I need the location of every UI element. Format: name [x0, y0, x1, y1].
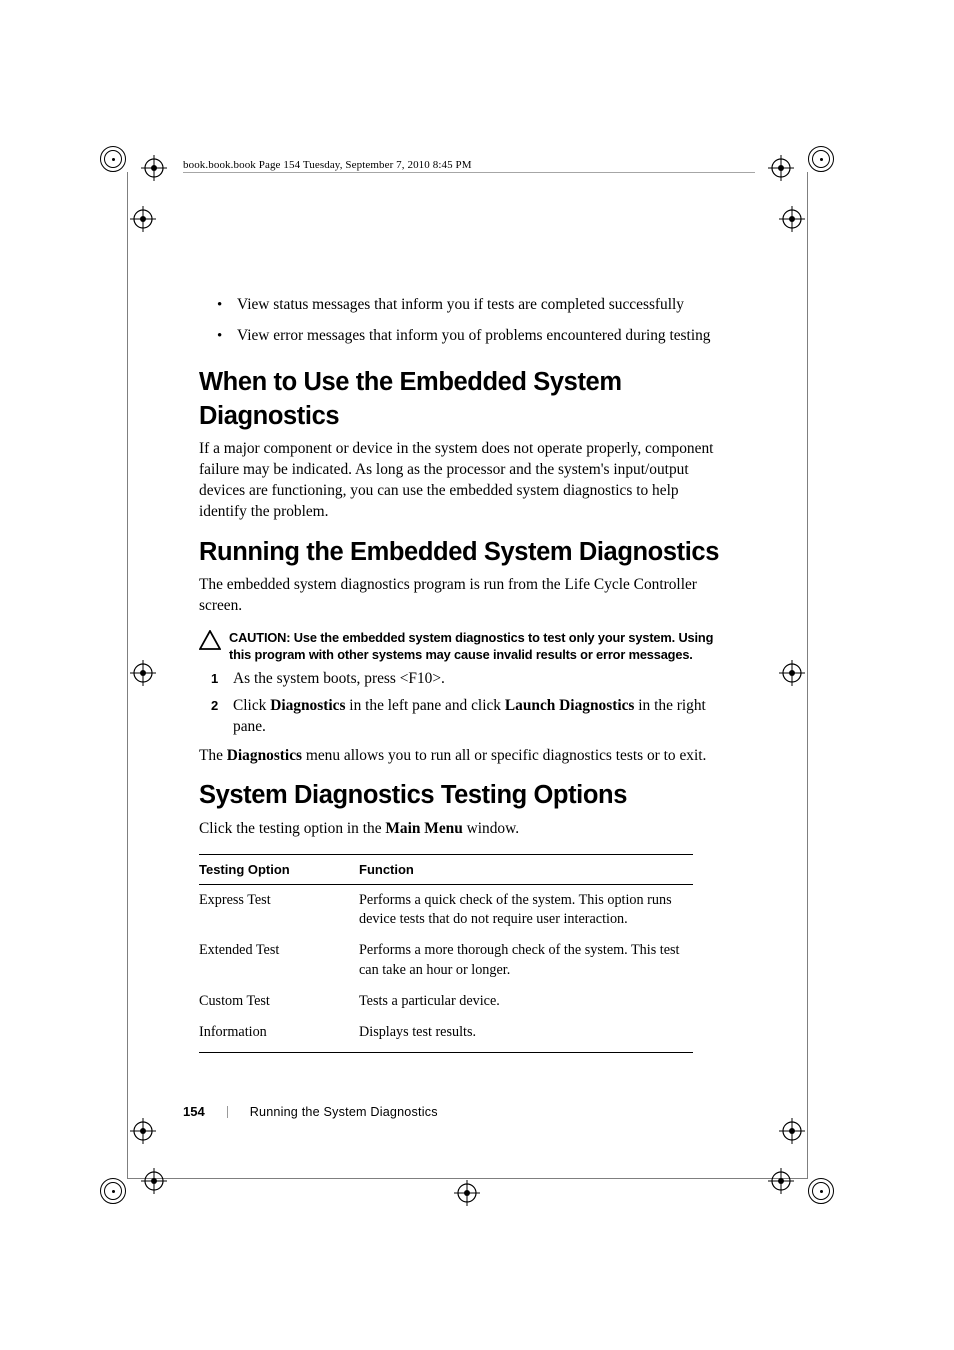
paragraph: Click the testing option in the Main Men… [199, 819, 729, 840]
table-row: Information Displays test results. [199, 1017, 693, 1053]
crop-line [127, 1178, 808, 1179]
crosshair-icon [130, 206, 156, 232]
table-cell: Custom Test [199, 986, 359, 1017]
table-row: Custom Test Tests a particular device. [199, 986, 693, 1017]
list-item: View error messages that inform you of p… [237, 326, 729, 347]
crop-line [807, 172, 808, 1178]
text: in the left pane and click [345, 697, 504, 714]
reg-mark-corner-br [808, 1178, 834, 1204]
page-body: View status messages that inform you if … [199, 295, 729, 1053]
paragraph: The embedded system diagnostics program … [199, 575, 729, 617]
running-head: book.book.book Page 154 Tuesday, Septemb… [183, 159, 472, 171]
crosshair-icon [768, 1168, 794, 1194]
crosshair-icon [779, 206, 805, 232]
crosshair-icon [779, 660, 805, 686]
caution-label: CAUTION: [229, 630, 294, 645]
text-bold: Launch Diagnostics [505, 697, 635, 714]
table-cell: Extended Test [199, 935, 359, 985]
section-heading-running: Running the Embedded System Diagnostics [199, 535, 729, 569]
crosshair-icon [130, 660, 156, 686]
crosshair-icon [141, 155, 167, 181]
footer-divider [227, 1106, 228, 1118]
crosshair-icon [768, 155, 794, 181]
page-footer: 154 Running the System Diagnostics [183, 1104, 438, 1119]
reg-mark-corner-bl [100, 1178, 126, 1204]
table-cell: Performs a quick check of the system. Th… [359, 885, 693, 936]
table-row: Extended Test Performs a more thorough c… [199, 935, 693, 985]
crop-line [127, 172, 128, 1178]
step-item: Click Diagnostics in the left pane and c… [233, 696, 729, 738]
crosshair-icon [454, 1180, 480, 1206]
text-bold: Main Menu [385, 820, 462, 837]
footer-text: Running the System Diagnostics [250, 1105, 438, 1119]
text: Click [233, 697, 270, 714]
table-cell: Express Test [199, 885, 359, 936]
list-item: View status messages that inform you if … [237, 295, 729, 316]
running-rule [183, 172, 755, 173]
table-header: Testing Option [199, 854, 359, 885]
text: Click the testing option in the [199, 820, 385, 837]
text: window. [463, 820, 519, 837]
table-cell: Performs a more thorough check of the sy… [359, 935, 693, 985]
table-cell: Information [199, 1017, 359, 1053]
text-bold: Diagnostics [270, 697, 345, 714]
caution-triangle-icon [199, 630, 221, 650]
reg-mark-corner-tr [808, 146, 834, 172]
table-header: Function [359, 854, 693, 885]
table-cell: Tests a particular device. [359, 986, 693, 1017]
text-bold: Diagnostics [227, 747, 302, 764]
table-cell: Displays test results. [359, 1017, 693, 1053]
crosshair-icon [141, 1168, 167, 1194]
section-heading-options: System Diagnostics Testing Options [199, 778, 729, 812]
text: menu allows you to run all or specific d… [302, 747, 706, 764]
table-row: Express Test Performs a quick check of t… [199, 885, 693, 936]
text: The [199, 747, 227, 764]
section-heading-when: When to Use the Embedded System Diagnost… [199, 365, 729, 434]
paragraph: The Diagnostics menu allows you to run a… [199, 746, 729, 767]
paragraph: If a major component or device in the sy… [199, 439, 729, 522]
page-number: 154 [183, 1104, 205, 1119]
options-table: Testing Option Function Express Test Per… [199, 854, 693, 1054]
caution-text: Use the embedded system diagnostics to t… [229, 630, 713, 662]
crosshair-icon [130, 1118, 156, 1144]
caution-block: CAUTION: Use the embedded system diagnos… [199, 629, 729, 664]
step-item: As the system boots, press <F10>. [233, 669, 729, 690]
crosshair-icon [779, 1118, 805, 1144]
reg-mark-corner-tl [100, 146, 126, 172]
